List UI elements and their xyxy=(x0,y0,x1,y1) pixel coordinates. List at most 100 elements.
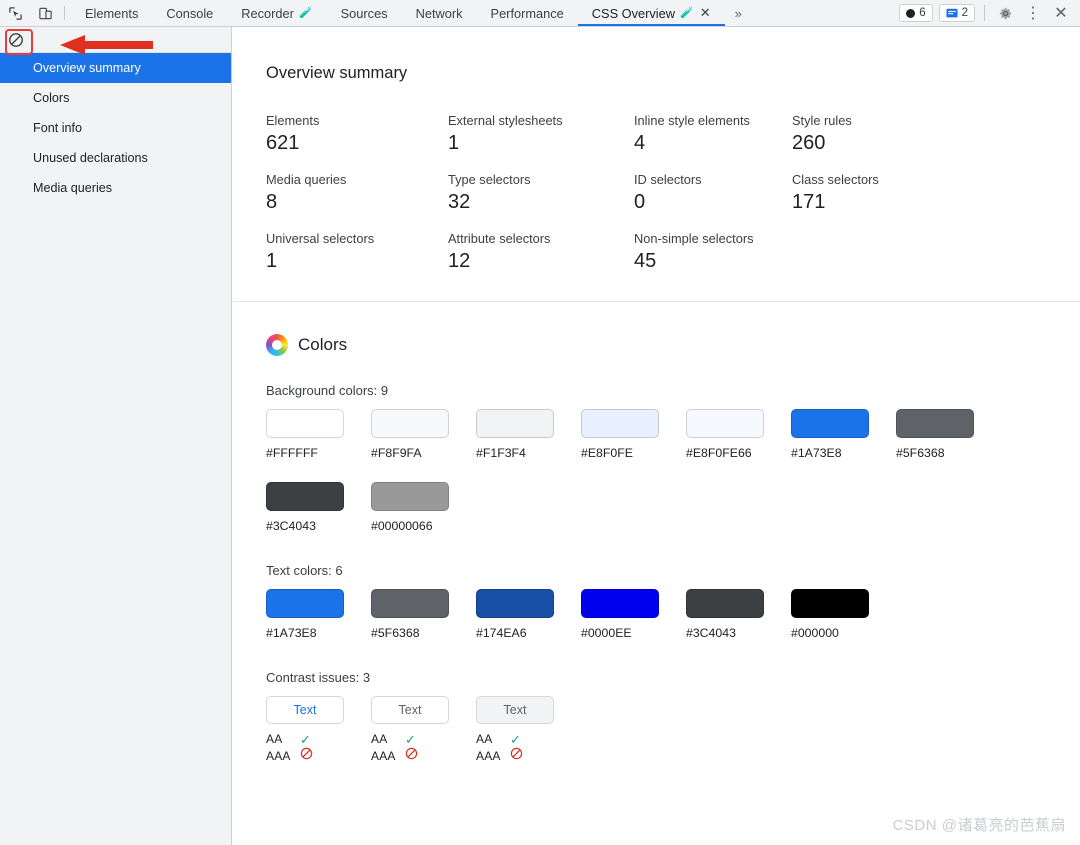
contrast-issues-row: Text AA ✓ AAA Text AA ✓ AAA Text AA ✓ AA… xyxy=(266,696,1080,764)
color-swatch[interactable] xyxy=(896,409,974,438)
gear-icon[interactable] xyxy=(994,6,1016,21)
stat-label: Non-simple selectors xyxy=(634,231,754,246)
contrast-issue-item[interactable]: Text AA ✓ AAA xyxy=(266,696,371,764)
more-options-icon[interactable]: ⋮ xyxy=(1022,3,1044,23)
color-swatch-item[interactable]: #5F6368 xyxy=(371,589,476,640)
tab-elements[interactable]: Elements xyxy=(71,0,152,26)
no-entry-icon xyxy=(405,747,418,764)
color-swatch-item[interactable]: #1A73E8 xyxy=(791,409,896,460)
stat-item: Media queries 8 xyxy=(266,172,448,214)
color-swatch[interactable] xyxy=(371,409,449,438)
contrast-issues-label: Contrast issues: 3 xyxy=(266,670,371,685)
contrast-grade-aa: AA ✓ xyxy=(266,731,371,747)
stat-value: 0 xyxy=(634,191,646,213)
color-swatch[interactable] xyxy=(581,589,659,618)
contrast-sample-box[interactable]: Text xyxy=(371,696,449,724)
panel-tabs: Elements Console Recorder 🧪 Sources Netw… xyxy=(71,0,752,26)
color-swatch[interactable] xyxy=(266,482,344,511)
inspect-cursor-icon[interactable] xyxy=(0,0,30,26)
color-hex-label: #000000 xyxy=(791,626,839,640)
close-devtools-icon[interactable]: ✕ xyxy=(1050,3,1072,23)
more-tabs-icon[interactable]: » xyxy=(725,0,752,26)
css-overview-content: Overview summary Elements 621 External s… xyxy=(233,27,1080,845)
color-swatch[interactable] xyxy=(476,589,554,618)
error-count-badge[interactable]: 6 xyxy=(899,4,933,22)
contrast-grade-aaa: AAA xyxy=(476,747,581,764)
color-swatch-item[interactable]: #3C4043 xyxy=(686,589,791,640)
color-hex-label: #174EA6 xyxy=(476,626,527,640)
toolbar-divider xyxy=(64,6,65,20)
tab-sources[interactable]: Sources xyxy=(327,0,402,26)
tab-network[interactable]: Network xyxy=(402,0,477,26)
experiment-flask-icon: 🧪 xyxy=(298,6,313,19)
color-swatch-item[interactable]: #F1F3F4 xyxy=(476,409,581,460)
color-swatch[interactable] xyxy=(791,589,869,618)
devtools-window: Elements Console Recorder 🧪 Sources Netw… xyxy=(0,0,1080,845)
color-swatch-item[interactable]: #000000 xyxy=(791,589,896,640)
check-icon: ✓ xyxy=(300,731,311,747)
stat-label: Class selectors xyxy=(792,172,879,187)
color-swatch-item[interactable]: #3C4043 xyxy=(266,482,371,533)
contrast-issue-item[interactable]: Text AA ✓ AAA xyxy=(371,696,476,764)
sidebar-item-overview-summary[interactable]: Overview summary xyxy=(0,53,231,83)
contrast-sample-text: Text xyxy=(293,703,317,717)
color-swatch[interactable] xyxy=(371,589,449,618)
clear-overview-icon[interactable] xyxy=(5,30,27,50)
color-swatch[interactable] xyxy=(686,589,764,618)
color-swatch-item[interactable]: #5F6368 xyxy=(896,409,1001,460)
color-swatch-item[interactable]: #E8F0FE66 xyxy=(686,409,791,460)
color-swatch[interactable] xyxy=(371,482,449,511)
message-count-badge[interactable]: 2 xyxy=(938,4,975,22)
color-swatch[interactable] xyxy=(686,409,764,438)
stat-value: 8 xyxy=(266,191,278,213)
contrast-issue-item[interactable]: Text AA ✓ AAA xyxy=(476,696,581,764)
stat-label: Universal selectors xyxy=(266,231,375,246)
contrast-sample-text: Text xyxy=(503,703,527,717)
stat-value: 12 xyxy=(448,250,471,272)
contrast-grade-aaa: AAA xyxy=(371,747,476,764)
color-swatch[interactable] xyxy=(791,409,869,438)
color-swatch-item[interactable]: #F8F9FA xyxy=(371,409,476,460)
tab-console[interactable]: Console xyxy=(152,0,227,26)
stat-value: 32 xyxy=(448,191,471,213)
no-entry-icon xyxy=(300,747,313,764)
stat-value: 171 xyxy=(792,191,826,213)
color-swatch[interactable] xyxy=(476,409,554,438)
color-swatch[interactable] xyxy=(266,409,344,438)
color-swatch-item[interactable]: #174EA6 xyxy=(476,589,581,640)
contrast-grade-label: AAA xyxy=(266,748,291,763)
contrast-sample-box[interactable]: Text xyxy=(476,696,554,724)
contrast-sample-text: Text xyxy=(398,703,422,717)
sidebar-item-unused-declarations[interactable]: Unused declarations xyxy=(0,143,231,173)
stat-item: Non-simple selectors 45 xyxy=(634,231,792,273)
color-swatch-item[interactable]: #E8F0FE xyxy=(581,409,686,460)
sidebar-item-media-queries[interactable]: Media queries xyxy=(0,173,231,203)
color-hex-label: #5F6368 xyxy=(371,626,420,640)
sidebar-item-font-info[interactable]: Font info xyxy=(0,113,231,143)
device-toolbar-icon[interactable] xyxy=(30,0,60,26)
contrast-grade-label: AA xyxy=(476,732,493,746)
color-swatch-item[interactable]: #0000EE xyxy=(581,589,686,640)
tab-recorder[interactable]: Recorder 🧪 xyxy=(227,0,326,26)
contrast-sample-box[interactable]: Text xyxy=(266,696,344,724)
color-hex-label: #3C4043 xyxy=(266,519,316,533)
tab-css-overview[interactable]: CSS Overview 🧪 ✕ xyxy=(577,0,725,26)
color-hex-label: #E8F0FE xyxy=(581,446,633,460)
stat-value: 621 xyxy=(266,132,300,154)
sidebar-item-colors[interactable]: Colors xyxy=(0,83,231,113)
color-swatch[interactable] xyxy=(266,589,344,618)
color-swatch[interactable] xyxy=(581,409,659,438)
color-wheel-icon xyxy=(266,334,288,356)
tab-performance[interactable]: Performance xyxy=(477,0,578,26)
color-hex-label: #F8F9FA xyxy=(371,446,422,460)
stat-item: Elements 621 xyxy=(266,113,448,155)
color-swatch-item[interactable]: #00000066 xyxy=(371,482,476,533)
close-tab-icon[interactable]: ✕ xyxy=(700,5,711,21)
color-swatch-item[interactable]: #FFFFFF xyxy=(266,409,371,460)
color-hex-label: #E8F0FE66 xyxy=(686,446,752,460)
stat-label: Inline style elements xyxy=(634,113,750,128)
overview-summary-section: Overview summary Elements 621 External s… xyxy=(233,27,1080,302)
color-swatch-item[interactable]: #1A73E8 xyxy=(266,589,371,640)
color-hex-label: #1A73E8 xyxy=(791,446,842,460)
tab-label: Console xyxy=(166,5,214,21)
